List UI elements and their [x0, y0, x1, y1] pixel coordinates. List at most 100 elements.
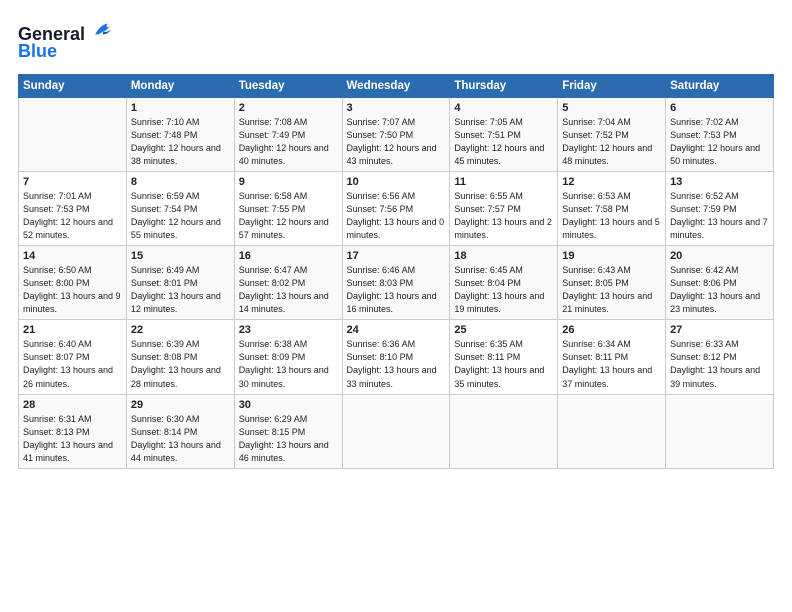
- calendar-cell: 11Sunrise: 6:55 AM Sunset: 7:57 PM Dayli…: [450, 171, 558, 245]
- day-number: 5: [562, 102, 661, 114]
- logo: General Blue: [18, 18, 114, 62]
- calendar-cell: 3Sunrise: 7:07 AM Sunset: 7:50 PM Daylig…: [342, 97, 450, 171]
- day-number: 26: [562, 324, 661, 336]
- cell-info: Sunrise: 6:36 AM Sunset: 8:10 PM Dayligh…: [347, 338, 446, 390]
- cell-info: Sunrise: 6:34 AM Sunset: 8:11 PM Dayligh…: [562, 338, 661, 390]
- cell-info: Sunrise: 7:08 AM Sunset: 7:49 PM Dayligh…: [239, 116, 338, 168]
- calendar-cell: 24 Sunrise: 6:36 AM Sunset: 8:10 PM Dayli…: [342, 320, 450, 394]
- cell-info: Sunrise: 7:02 AM Sunset: 7:53 PM Dayligh…: [670, 116, 769, 168]
- cell-info: Sunrise: 6:35 AM Sunset: 8:11 PM Dayligh…: [454, 338, 553, 390]
- week-row-3: 14 Sunrise: 6:50 AM Sunset: 8:00 PM Dayli…: [19, 246, 774, 320]
- calendar-cell: 14 Sunrise: 6:50 AM Sunset: 8:00 PM Dayli…: [19, 246, 127, 320]
- cell-info: Sunrise: 6:50 AM Sunset: 8:00 PM Dayligh…: [23, 264, 122, 316]
- cell-info: Sunrise: 6:43 AM Sunset: 8:05 PM Dayligh…: [562, 264, 661, 316]
- weekday-header-monday: Monday: [126, 74, 234, 97]
- cell-info: Sunrise: 6:46 AM Sunset: 8:03 PM Dayligh…: [347, 264, 446, 316]
- day-number: 19: [562, 250, 661, 262]
- calendar-cell: 12 Sunrise: 6:53 AM Sunset: 7:58 PM Dayli…: [558, 171, 666, 245]
- day-number: 18: [454, 250, 553, 262]
- day-number: 1: [131, 102, 230, 114]
- day-number: 21: [23, 324, 122, 336]
- calendar-cell: 22 Sunrise: 6:39 AM Sunset: 8:08 PM Dayli…: [126, 320, 234, 394]
- day-number: 27: [670, 324, 769, 336]
- calendar-cell: 8 Sunrise: 6:59 AM Sunset: 7:54 PM Daylig…: [126, 171, 234, 245]
- calendar-cell: 2 Sunrise: 7:08 AM Sunset: 7:49 PM Daylig…: [234, 97, 342, 171]
- day-number: 30: [239, 399, 338, 411]
- calendar-cell: 1 Sunrise: 7:10 AM Sunset: 7:48 PM Daylig…: [126, 97, 234, 171]
- calendar-cell: 25 Sunrise: 6:35 AM Sunset: 8:11 PM Dayli…: [450, 320, 558, 394]
- calendar-cell: [666, 394, 774, 468]
- weekday-header-sunday: Sunday: [19, 74, 127, 97]
- cell-info: Sunrise: 6:59 AM Sunset: 7:54 PM Dayligh…: [131, 190, 230, 242]
- cell-info: Sunrise: 6:42 AM Sunset: 8:06 PM Dayligh…: [670, 264, 769, 316]
- day-number: 23: [239, 324, 338, 336]
- weekday-header-row: SundayMondayTuesdayWednesdayThursdayFrid…: [19, 74, 774, 97]
- calendar-cell: 15Sunrise: 6:49 AM Sunset: 8:01 PM Dayli…: [126, 246, 234, 320]
- cell-info: Sunrise: 6:53 AM Sunset: 7:58 PM Dayligh…: [562, 190, 661, 242]
- cell-info: Sunrise: 7:04 AM Sunset: 7:52 PM Dayligh…: [562, 116, 661, 168]
- day-number: 13: [670, 176, 769, 188]
- calendar-cell: 7 Sunrise: 7:01 AM Sunset: 7:53 PM Daylig…: [19, 171, 127, 245]
- cell-info: Sunrise: 7:01 AM Sunset: 7:53 PM Dayligh…: [23, 190, 122, 242]
- cell-info: Sunrise: 6:40 AM Sunset: 8:07 PM Dayligh…: [23, 338, 122, 390]
- weekday-header-thursday: Thursday: [450, 74, 558, 97]
- calendar-cell: [450, 394, 558, 468]
- calendar-cell: 27 Sunrise: 6:33 AM Sunset: 8:12 PM Dayli…: [666, 320, 774, 394]
- weekday-header-tuesday: Tuesday: [234, 74, 342, 97]
- day-number: 7: [23, 176, 122, 188]
- cell-info: Sunrise: 6:29 AM Sunset: 8:15 PM Dayligh…: [239, 413, 338, 465]
- day-number: 29: [131, 399, 230, 411]
- calendar-cell: [342, 394, 450, 468]
- cell-info: Sunrise: 6:52 AM Sunset: 7:59 PM Dayligh…: [670, 190, 769, 242]
- header: General Blue: [18, 18, 774, 62]
- calendar-cell: 30 Sunrise: 6:29 AM Sunset: 8:15 PM Dayli…: [234, 394, 342, 468]
- cell-info: Sunrise: 6:30 AM Sunset: 8:14 PM Dayligh…: [131, 413, 230, 465]
- day-number: 4: [454, 102, 553, 114]
- calendar-cell: 29 Sunrise: 6:30 AM Sunset: 8:14 PM Dayli…: [126, 394, 234, 468]
- weekday-header-wednesday: Wednesday: [342, 74, 450, 97]
- calendar-table: SundayMondayTuesdayWednesdayThursdayFrid…: [18, 74, 774, 469]
- calendar-cell: 21 Sunrise: 6:40 AM Sunset: 8:07 PM Dayli…: [19, 320, 127, 394]
- calendar-cell: 28 Sunrise: 6:31 AM Sunset: 8:13 PM Dayli…: [19, 394, 127, 468]
- logo-bird-icon: [92, 18, 114, 40]
- week-row-1: 1 Sunrise: 7:10 AM Sunset: 7:48 PM Daylig…: [19, 97, 774, 171]
- calendar-cell: 6 Sunrise: 7:02 AM Sunset: 7:53 PM Daylig…: [666, 97, 774, 171]
- day-number: 6: [670, 102, 769, 114]
- calendar-cell: 9Sunrise: 6:58 AM Sunset: 7:55 PM Daylig…: [234, 171, 342, 245]
- calendar-cell: 18 Sunrise: 6:45 AM Sunset: 8:04 PM Dayli…: [450, 246, 558, 320]
- calendar-cell: 20 Sunrise: 6:42 AM Sunset: 8:06 PM Dayli…: [666, 246, 774, 320]
- day-number: 24: [347, 324, 446, 336]
- day-number: 12: [562, 176, 661, 188]
- day-number: 10: [347, 176, 446, 188]
- cell-info: Sunrise: 6:31 AM Sunset: 8:13 PM Dayligh…: [23, 413, 122, 465]
- cell-info: Sunrise: 6:47 AM Sunset: 8:02 PM Dayligh…: [239, 264, 338, 316]
- day-number: 15: [131, 250, 230, 262]
- day-number: 16: [239, 250, 338, 262]
- day-number: 22: [131, 324, 230, 336]
- cell-info: Sunrise: 6:55 AM Sunset: 7:57 PM Dayligh…: [454, 190, 553, 242]
- day-number: 2: [239, 102, 338, 114]
- day-number: 20: [670, 250, 769, 262]
- cell-info: Sunrise: 6:33 AM Sunset: 8:12 PM Dayligh…: [670, 338, 769, 390]
- day-number: 25: [454, 324, 553, 336]
- calendar-cell: [19, 97, 127, 171]
- day-number: 14: [23, 250, 122, 262]
- calendar-cell: 26 Sunrise: 6:34 AM Sunset: 8:11 PM Dayli…: [558, 320, 666, 394]
- cell-info: Sunrise: 6:38 AM Sunset: 8:09 PM Dayligh…: [239, 338, 338, 390]
- week-row-4: 21 Sunrise: 6:40 AM Sunset: 8:07 PM Dayli…: [19, 320, 774, 394]
- cell-info: Sunrise: 6:56 AM Sunset: 7:56 PM Dayligh…: [347, 190, 446, 242]
- cell-info: Sunrise: 6:45 AM Sunset: 8:04 PM Dayligh…: [454, 264, 553, 316]
- calendar-page: General Blue SundayMondayTuesdayWednesda…: [0, 0, 792, 612]
- weekday-header-friday: Friday: [558, 74, 666, 97]
- day-number: 17: [347, 250, 446, 262]
- cell-info: Sunrise: 7:10 AM Sunset: 7:48 PM Dayligh…: [131, 116, 230, 168]
- cell-info: Sunrise: 6:58 AM Sunset: 7:55 PM Dayligh…: [239, 190, 338, 242]
- cell-info: Sunrise: 6:39 AM Sunset: 8:08 PM Dayligh…: [131, 338, 230, 390]
- calendar-cell: 17 Sunrise: 6:46 AM Sunset: 8:03 PM Dayli…: [342, 246, 450, 320]
- day-number: 3: [347, 102, 446, 114]
- calendar-cell: 10 Sunrise: 6:56 AM Sunset: 7:56 PM Dayli…: [342, 171, 450, 245]
- calendar-cell: [558, 394, 666, 468]
- day-number: 8: [131, 176, 230, 188]
- day-number: 28: [23, 399, 122, 411]
- week-row-5: 28 Sunrise: 6:31 AM Sunset: 8:13 PM Dayli…: [19, 394, 774, 468]
